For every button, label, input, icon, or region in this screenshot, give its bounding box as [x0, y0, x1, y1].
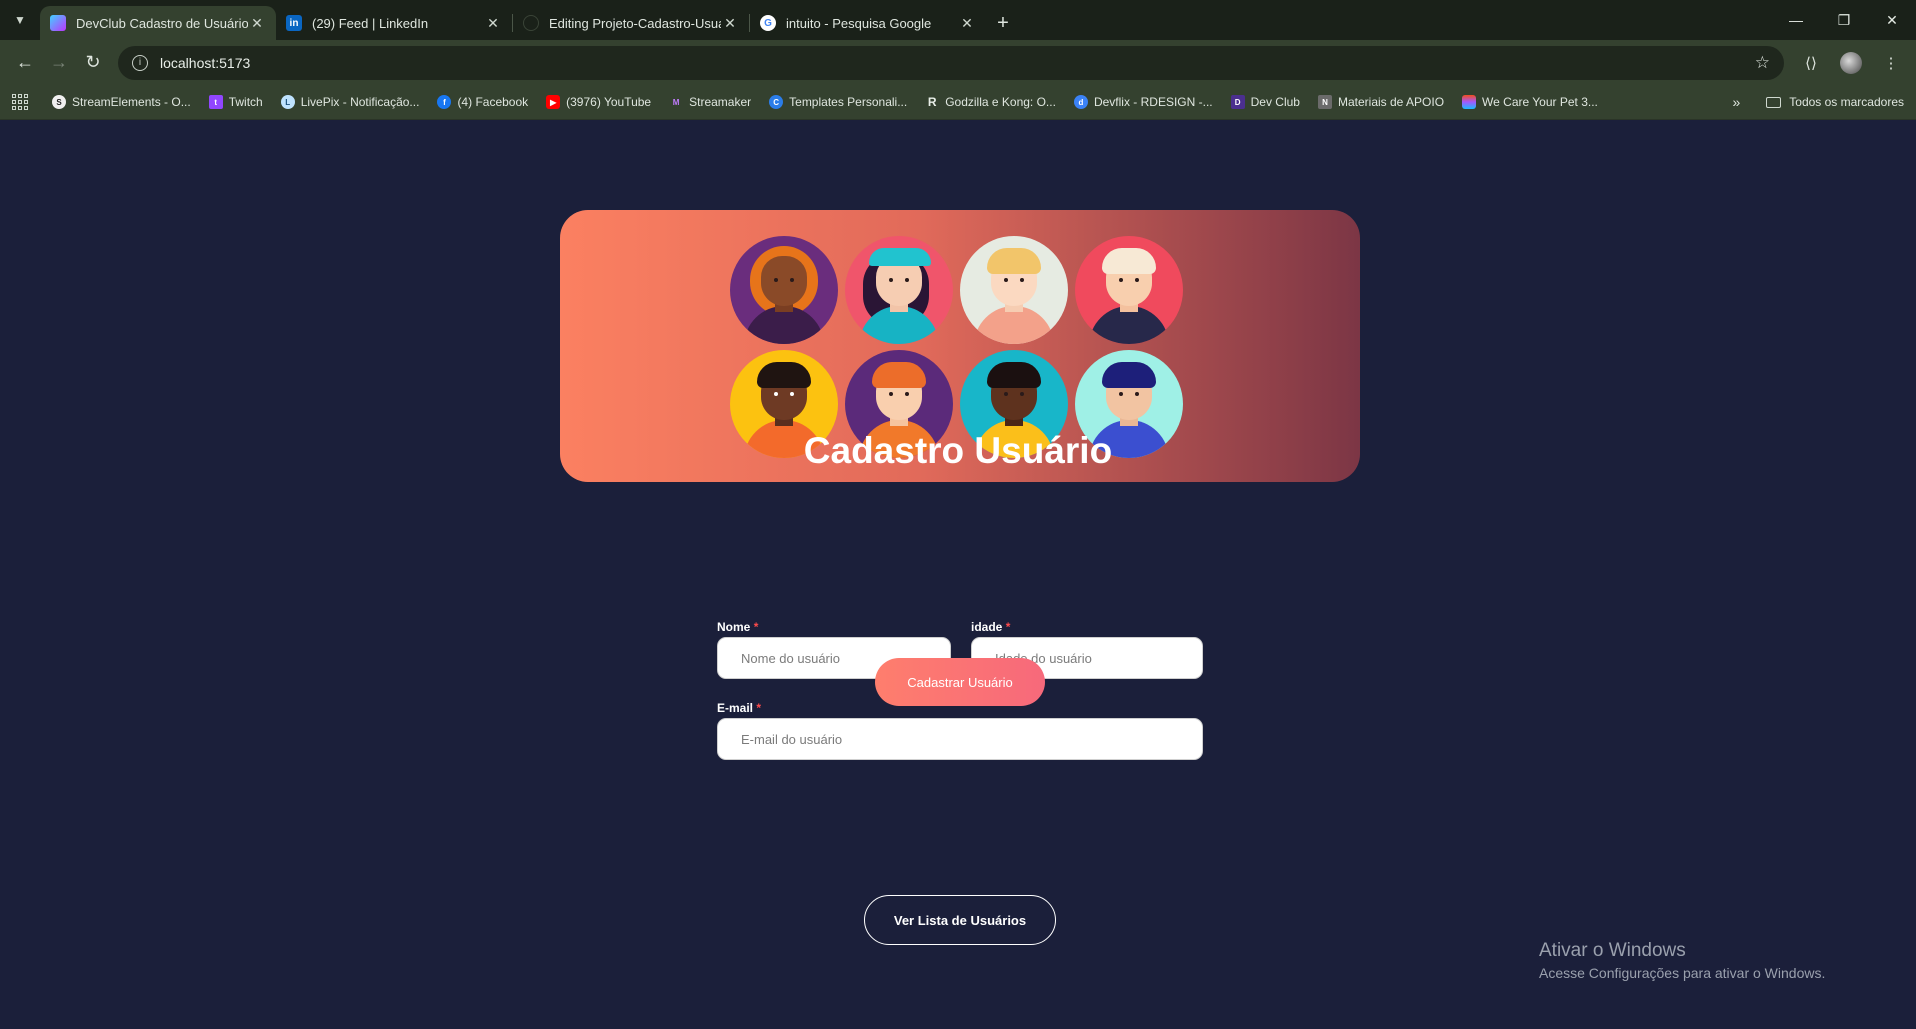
site-info-icon[interactable]: i — [132, 54, 148, 71]
bookmarks-bar: S StreamElements - O... t Twitch L LivePix … — [0, 85, 1916, 120]
figma-icon — [1462, 95, 1477, 109]
twitch-icon: t — [208, 95, 223, 109]
browser-chrome: ▼ DevClub Cadastro de Usuário ✕ in (29) … — [0, 0, 1916, 120]
more-bookmarks-chevron-icon[interactable]: » — [1732, 94, 1740, 110]
reload-icon[interactable]: ↻ — [76, 46, 110, 80]
watermark-title: Ativar o Windows — [1539, 940, 1686, 961]
watermark-subtitle: Acesse Configurações para ativar o Windo… — [1539, 965, 1826, 981]
bookmark-label: Templates Personali... — [789, 95, 908, 109]
bookmark-godzilla[interactable]: R Godzilla e Kong: O... — [925, 95, 1056, 109]
close-icon[interactable]: ✕ — [958, 15, 976, 32]
livepix-icon: L — [280, 95, 295, 109]
page-title: Cadastro Usuário — [803, 430, 1113, 471]
avatar-illustration — [960, 236, 1068, 344]
streamaker-icon: M — [672, 97, 680, 107]
minimize-icon[interactable]: — — [1772, 0, 1820, 40]
bookmark-label: Materiais de APOIO — [1337, 95, 1445, 109]
view-users-button[interactable]: Ver Lista de Usuários — [864, 895, 1056, 945]
age-label: idade * — [971, 620, 1011, 634]
all-bookmarks-link[interactable]: Todos os marcadores — [1789, 95, 1904, 109]
register-user-button[interactable]: Cadastrar Usuário — [875, 658, 1045, 706]
bookmarks-right: » Todos os marcadores — [1732, 94, 1904, 110]
email-input[interactable]: E-mail do usuário — [717, 718, 1203, 760]
avatar-illustration — [1075, 236, 1183, 344]
back-arrow-icon[interactable]: ← — [8, 46, 42, 80]
toolbar-actions: ⟨⟩ ⋮ — [1794, 46, 1908, 80]
address-text: localhost:5173 — [160, 54, 251, 71]
linkedin-icon: in — [286, 15, 302, 31]
close-icon[interactable]: ✕ — [721, 15, 739, 32]
more-menu-icon[interactable]: ⋮ — [1874, 46, 1908, 80]
tab-title: (29) Feed | LinkedIn — [312, 15, 429, 31]
bookmark-facebook[interactable]: f (4) Facebook — [437, 95, 528, 109]
vite-icon — [50, 15, 66, 31]
forward-arrow-icon[interactable]: → — [42, 46, 76, 80]
devflix-icon: d — [1073, 95, 1088, 109]
avatar-illustration — [845, 236, 953, 344]
tab-title: Editing Projeto-Cadastro-Usuar — [549, 15, 721, 31]
notion-icon: N — [1317, 95, 1332, 109]
tab-bar: ▼ DevClub Cadastro de Usuário ✕ in (29) … — [0, 0, 1916, 40]
bookmark-wecare[interactable]: We Care Your Pet 3... — [1462, 95, 1598, 109]
bookmark-label: Dev Club — [1250, 95, 1300, 109]
bookmark-label: Streamaker — [689, 95, 752, 109]
r-logo-icon: R — [927, 95, 937, 109]
tab-google[interactable]: G intuito - Pesquisa Google ✕ — [750, 6, 986, 40]
bookmark-label: Godzilla e Kong: O... — [945, 95, 1056, 109]
tab-title: intuito - Pesquisa Google — [786, 15, 932, 31]
bookmark-star-icon[interactable]: ☆ — [1755, 53, 1770, 73]
bookmark-livepix[interactable]: L LivePix - Notificação... — [280, 95, 420, 109]
google-icon: G — [760, 15, 776, 31]
tab-linkedin[interactable]: in (29) Feed | LinkedIn ✕ — [276, 6, 512, 40]
bookmark-devclub[interactable]: D Dev Club — [1230, 95, 1300, 109]
apps-grid-icon[interactable] — [12, 94, 28, 110]
profile-avatar[interactable] — [1834, 46, 1868, 80]
bookmark-label: We Care Your Pet 3... — [1482, 95, 1598, 109]
avatar-illustration — [730, 236, 838, 344]
bookmark-label: (3976) YouTube — [566, 95, 652, 109]
bookmark-devflix[interactable]: d Devflix - RDESIGN -... — [1073, 95, 1213, 109]
bookmark-streamelements[interactable]: S StreamElements - O... — [52, 95, 191, 109]
folder-icon — [1766, 96, 1782, 108]
bookmark-label: (4) Facebook — [457, 95, 529, 109]
canva-icon: C — [769, 95, 784, 109]
devclub-icon: D — [1230, 95, 1245, 109]
email-field: E-mail * E-mail do usuário — [717, 701, 1203, 760]
bookmark-youtube[interactable]: ▶ (3976) YouTube — [546, 95, 651, 109]
bookmark-label: Twitch — [228, 95, 263, 109]
address-bar[interactable]: i localhost:5173 ☆ — [118, 45, 1784, 80]
new-tab-button[interactable]: + — [986, 6, 1020, 40]
devtools-code-icon[interactable]: ⟨⟩ — [1794, 46, 1828, 80]
tab-github[interactable]: Editing Projeto-Cadastro-Usuar ✕ — [513, 6, 749, 40]
window-controls: — ❐ ✕ — [1772, 0, 1916, 40]
bookmark-label: Devflix - RDESIGN -... — [1093, 95, 1213, 109]
restore-icon[interactable]: ❐ — [1820, 0, 1868, 40]
close-icon[interactable]: ✕ — [248, 15, 266, 32]
tab-search-chevron-icon[interactable]: ▼ — [0, 0, 40, 40]
close-icon[interactable]: ✕ — [484, 15, 502, 32]
browser-toolbar: ← → ↻ i localhost:5173 ☆ ⟨⟩ ⋮ — [0, 40, 1916, 85]
tab-title: DevClub Cadastro de Usuário — [76, 15, 248, 31]
avatars-illustration — [730, 236, 1183, 458]
facebook-icon: f — [437, 95, 452, 109]
bookmark-label: LivePix - Notificação... — [300, 95, 420, 109]
streamelements-icon: S — [52, 95, 66, 109]
name-label: Nome * — [717, 620, 759, 634]
tab-devclub[interactable]: DevClub Cadastro de Usuário ✕ — [40, 6, 276, 40]
windows-activation-watermark: Ativar o Windows Acesse Configurações pa… — [1539, 940, 1825, 981]
bookmark-materiais[interactable]: N Materiais de APOIO — [1317, 95, 1445, 109]
bookmark-templates[interactable]: C Templates Personali... — [769, 95, 907, 109]
bookmark-streamaker[interactable]: M Streamaker — [669, 95, 751, 109]
youtube-icon: ▶ — [546, 95, 561, 109]
page-content — [0, 120, 1916, 1029]
close-window-icon[interactable]: ✕ — [1868, 0, 1916, 40]
bookmark-label: StreamElements - O... — [72, 95, 191, 109]
github-icon — [523, 15, 539, 31]
bookmark-twitch[interactable]: t Twitch — [208, 95, 263, 109]
